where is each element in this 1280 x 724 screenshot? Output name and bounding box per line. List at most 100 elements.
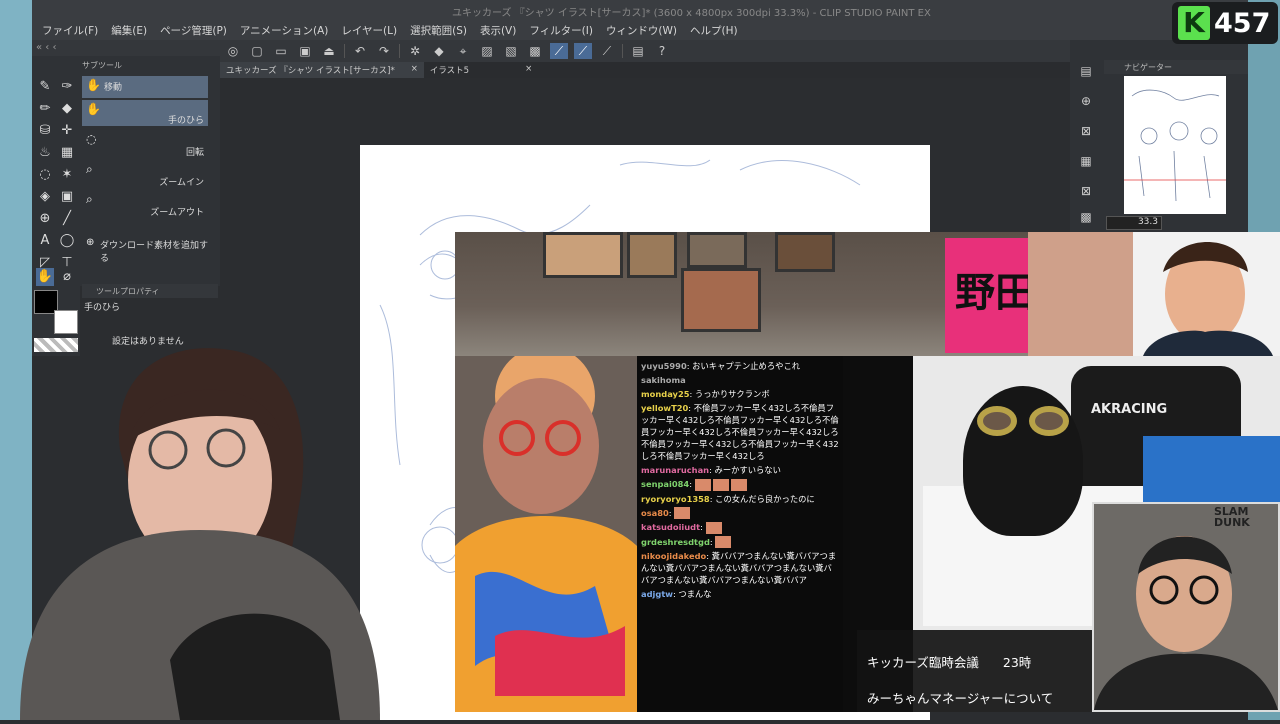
webcam-glasses-man: SLAM DUNK xyxy=(1092,502,1280,712)
magic-wand-icon[interactable]: ✶ xyxy=(58,166,76,184)
chat-user: marunaruchan xyxy=(641,465,710,475)
chat-text: この女んだら良かったのに xyxy=(715,493,815,504)
clip-studio-icon[interactable]: ◎ xyxy=(224,43,242,59)
chat-user: ryoryoryo1358 xyxy=(641,493,710,504)
fill-bucket-icon[interactable]: ◈ xyxy=(36,188,54,206)
chat-user: monday25 xyxy=(641,389,690,399)
thumbnail-sketch xyxy=(1124,89,1226,202)
rotate-icon: ◌ xyxy=(86,132,97,146)
loading-icon[interactable]: ✲ xyxy=(406,43,424,59)
chat-overlay: yuyu5990: おいキャプテン止めろやこれ sakihoma monday2… xyxy=(637,356,843,712)
material-icon[interactable]: ▤ xyxy=(1077,64,1095,82)
settings-icon[interactable]: ▤ xyxy=(629,43,647,59)
hand-icon[interactable]: ✋ xyxy=(36,268,54,286)
object-select-icon[interactable]: ⊕ xyxy=(36,210,54,228)
menu-help[interactable]: ヘルプ(H) xyxy=(690,23,738,40)
viewer-count: 457 xyxy=(1214,7,1271,39)
subtool-label: ズームアウト xyxy=(150,208,204,218)
brush-icon[interactable]: ✑ xyxy=(58,78,76,96)
zoom-level-field[interactable]: 33.3 xyxy=(1106,216,1162,230)
room-background: 野田 xyxy=(455,232,1280,356)
mask-eye-left xyxy=(977,406,1017,436)
menu-edit[interactable]: 編集(E) xyxy=(111,23,147,40)
add-material-button[interactable]: ⊕ ダウンロード素材を追加する xyxy=(82,234,218,264)
transform-icon[interactable]: ⌖ xyxy=(454,43,472,59)
tab-illust5[interactable]: イラスト5 × xyxy=(424,62,538,78)
webcam-orange-hair xyxy=(455,346,637,712)
chat-user: adjgtw xyxy=(641,589,673,599)
wall-frame xyxy=(681,268,761,332)
caption-title: キッカーズ臨時会議 xyxy=(867,655,979,670)
wall-frame xyxy=(775,232,835,272)
navigator-preview[interactable] xyxy=(1124,76,1226,214)
gradient-icon[interactable]: ▣ xyxy=(58,188,76,206)
document-tabs: ユキッカーズ 『シャツ イラスト[サーカス]* × イラスト5 × xyxy=(220,62,1070,78)
fill-icon[interactable]: ◆ xyxy=(430,43,448,59)
help-icon[interactable]: ? xyxy=(653,43,671,59)
subtool-zoom-out[interactable]: ⌕ ズームアウト xyxy=(82,190,208,220)
eraser-icon[interactable]: ◆ xyxy=(58,100,76,118)
tool-property-header: ツールプロパティ xyxy=(82,284,218,298)
menu-animation[interactable]: アニメーション(A) xyxy=(240,23,328,40)
clear-icon[interactable]: ▨ xyxy=(478,43,496,59)
save-icon[interactable]: ▣ xyxy=(296,43,314,59)
close-icon[interactable]: × xyxy=(525,64,532,76)
open-folder-icon[interactable]: ▭ xyxy=(272,43,290,59)
close-icon[interactable]: ⊠ xyxy=(1077,184,1095,202)
subtool-move[interactable]: ✋ 移動 xyxy=(82,76,208,98)
streamer-webcam xyxy=(20,348,380,720)
wall-frame xyxy=(627,232,677,278)
close-icon[interactable]: × xyxy=(411,64,418,76)
mask-eye-right xyxy=(1029,406,1069,436)
export-icon[interactable]: ⏏ xyxy=(320,43,338,59)
close-icon[interactable]: ⊠ xyxy=(1077,124,1095,142)
tab-circus[interactable]: ユキッカーズ 『シャツ イラスト[サーカス]* × xyxy=(220,62,424,78)
chat-user: osa80 xyxy=(641,507,669,518)
layer-icon[interactable]: ▦ xyxy=(1077,154,1095,172)
menu-view[interactable]: 表示(V) xyxy=(480,23,516,40)
chat-message: adjgtw: つまんな xyxy=(641,589,712,599)
menu-file[interactable]: ファイル(F) xyxy=(42,23,98,40)
redo-icon[interactable]: ↷ xyxy=(375,43,393,59)
undo-icon[interactable]: ↶ xyxy=(351,43,369,59)
balloon-icon[interactable]: ◯ xyxy=(58,232,76,250)
snap-ruler-icon[interactable]: ⟋ xyxy=(550,43,568,59)
chat-user: sakihoma xyxy=(641,375,686,385)
menu-page[interactable]: ページ管理(P) xyxy=(160,23,227,40)
navigator-header: ナビゲーター xyxy=(1104,60,1248,74)
subtool-rotate[interactable]: ◌ 回転 xyxy=(82,130,208,160)
pen-icon[interactable]: ✎ xyxy=(36,78,54,96)
lasso-icon[interactable]: ◌ xyxy=(36,166,54,184)
grid-icon[interactable]: ▦ xyxy=(58,144,76,162)
wrestler-mask xyxy=(963,386,1083,536)
fill-selection-icon[interactable]: ▩ xyxy=(526,43,544,59)
text-icon[interactable]: A xyxy=(36,232,54,250)
menu-selection[interactable]: 選択範囲(S) xyxy=(410,23,467,40)
pencil-icon[interactable]: ✏ xyxy=(36,100,54,118)
move-layer-icon[interactable]: ✛ xyxy=(58,122,76,140)
snap-special-ruler-icon[interactable]: ⟋ xyxy=(574,43,592,59)
snap-grid-icon[interactable]: ⟋ xyxy=(598,43,616,59)
tab-label: イラスト5 xyxy=(429,66,470,76)
chat-user: yellowT20 xyxy=(641,403,689,413)
k-logo-icon: K xyxy=(1178,6,1210,40)
chat-user: nikoojidakedo xyxy=(641,551,707,561)
grid-icon[interactable]: ▩ xyxy=(1077,210,1095,228)
menu-bar: ファイル(F) 編集(E) ページ管理(P) アニメーション(A) レイヤー(L… xyxy=(32,20,1248,40)
subtool-label: 手のひら xyxy=(167,116,204,126)
blend-icon[interactable]: ⛁ xyxy=(36,122,54,140)
subtool-hand[interactable]: ✋ 手のひら xyxy=(82,100,208,126)
menu-window[interactable]: ウィンドウ(W) xyxy=(606,23,677,40)
search-icon[interactable]: ⊕ xyxy=(1077,94,1095,112)
chat-message: senpai084: xyxy=(641,478,839,491)
menu-filter[interactable]: フィルター(I) xyxy=(529,23,593,40)
chat-message: yellowT20: 不倫員フッカー早く432しろ不倫員フッカー早く432しろ不… xyxy=(641,403,839,461)
eyedropper-icon[interactable]: ⌀ xyxy=(58,268,76,286)
menu-layer[interactable]: レイヤー(L) xyxy=(341,23,397,40)
line-icon[interactable]: ╱ xyxy=(58,210,76,228)
airbrush-icon[interactable]: ♨ xyxy=(36,144,54,162)
new-file-icon[interactable]: ▢ xyxy=(248,43,266,59)
subtool-zoom-in[interactable]: ⌕ ズームイン xyxy=(82,160,208,190)
hand-icon: ✋ xyxy=(86,78,101,92)
clear-outside-icon[interactable]: ▧ xyxy=(502,43,520,59)
